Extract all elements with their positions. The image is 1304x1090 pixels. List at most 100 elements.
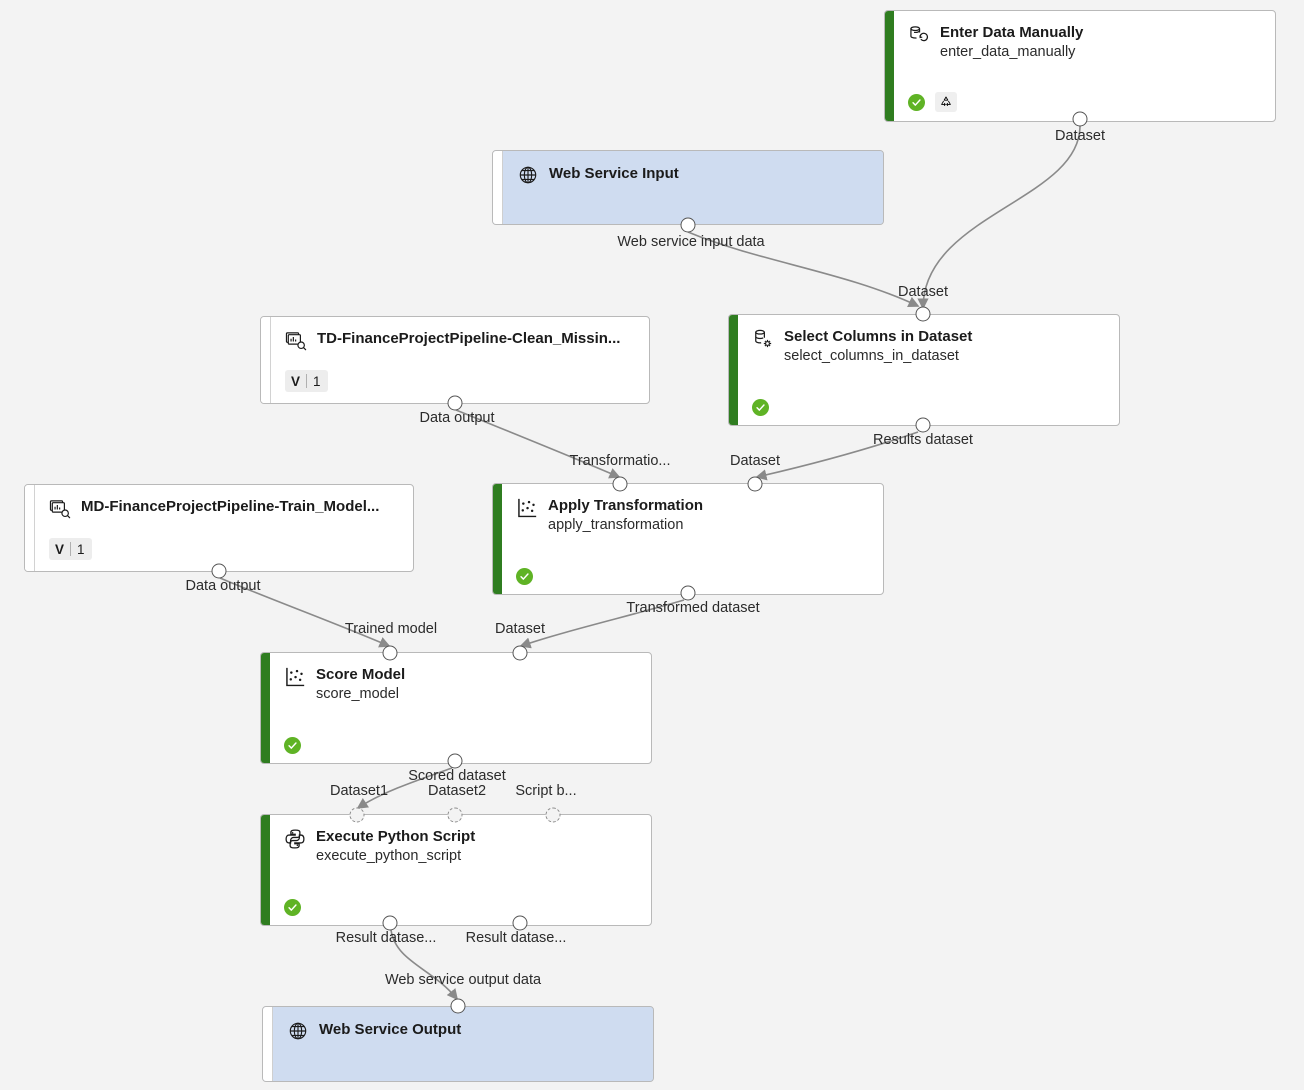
node-title-row: Enter Data Manually enter_data_manually: [908, 23, 1263, 62]
pipeline-canvas[interactable]: Enter Data Manually enter_data_manually We…: [0, 0, 1304, 1090]
node-accent-strip: [25, 485, 34, 571]
port-label: Dataset: [495, 621, 545, 637]
port-label: Dataset: [1055, 128, 1105, 144]
node-title-row: Apply Transformation apply_transformation: [516, 496, 871, 535]
node-title-row: MD-FinanceProjectPipeline-Train_Model...: [49, 497, 401, 520]
port-label: Result datase...: [335, 930, 437, 946]
node-body: Score Model score_model: [270, 653, 651, 763]
port-p-wsi-out[interactable]: [680, 217, 696, 233]
node-status-row: [908, 92, 957, 112]
port-p-eps-out2[interactable]: [512, 915, 528, 931]
port-p-eps-in3[interactable]: [545, 807, 561, 823]
port-label: Result datase...: [465, 930, 567, 946]
node-titles: Web Service Input: [549, 163, 679, 184]
node-accent-strip: [493, 484, 502, 594]
node-body: Web Service Input: [502, 151, 883, 224]
port-p-at-in2[interactable]: [747, 476, 763, 492]
version-divider: [70, 542, 72, 556]
port-p-sm-in1[interactable]: [382, 645, 398, 661]
port-p-at-in1[interactable]: [612, 476, 628, 492]
port-p-sm-in2[interactable]: [512, 645, 528, 661]
node-web_service_output[interactable]: Web Service Output: [262, 1006, 654, 1082]
version-label: V: [291, 373, 301, 389]
node-title-row: Execute Python Script execute_python_scri…: [284, 827, 639, 866]
port-p-edm-out[interactable]: [1072, 111, 1088, 127]
port-p-eps-in2[interactable]: [447, 807, 463, 823]
scatter-plot-icon: [516, 497, 538, 519]
port-label: Trained model: [344, 621, 438, 637]
port-p-eps-out1[interactable]: [382, 915, 398, 931]
port-label: Web service input data: [617, 234, 765, 250]
reuse-icon[interactable]: [935, 92, 957, 112]
node-accent-strip: [261, 653, 270, 763]
database-refresh-icon: [908, 24, 930, 46]
port-label: Dataset1: [329, 783, 389, 799]
port-p-md-out[interactable]: [211, 563, 227, 579]
port-label: Data output: [185, 578, 261, 594]
node-body: TD-FinanceProjectPipeline-Clean_Missin..…: [270, 317, 649, 403]
node-title-row: Web Service Output: [287, 1019, 641, 1042]
node-title: Enter Data Manually: [940, 24, 1084, 41]
node-titles: Web Service Output: [319, 1019, 461, 1040]
node-title: Web Service Input: [549, 165, 679, 182]
python-icon: [284, 828, 306, 850]
node-subtitle: select_columns_in_dataset: [784, 348, 959, 364]
node-title: Score Model: [316, 666, 406, 683]
node-accent-strip: [261, 815, 270, 925]
node-execute_python_script[interactable]: Execute Python Script execute_python_scri…: [260, 814, 652, 926]
node-titles: MD-FinanceProjectPipeline-Train_Model...: [81, 497, 379, 516]
node-title: Select Columns in Dataset: [784, 328, 973, 345]
node-title-row: Score Model score_model: [284, 665, 639, 704]
port-p-scd-in[interactable]: [915, 306, 931, 322]
node-title-row: Web Service Input: [517, 163, 871, 186]
port-label: Transformatio...: [569, 453, 671, 469]
node-titles: Select Columns in Dataset select_columns_…: [784, 327, 972, 366]
port-p-eps-in1[interactable]: [349, 807, 365, 823]
port-label: Web service output data: [384, 972, 542, 988]
node-accent-strip: [493, 151, 502, 224]
status-success-icon: [752, 399, 769, 416]
port-label: Dataset: [730, 453, 780, 469]
node-accent-strip: [729, 315, 738, 425]
node-title-row: TD-FinanceProjectPipeline-Clean_Missin..…: [285, 329, 637, 352]
version-value: 1: [77, 541, 85, 557]
edge-e1: [917, 125, 1081, 310]
dataset-search-icon: [49, 498, 71, 520]
node-body: Apply Transformation apply_transformation: [502, 484, 883, 594]
port-label: Dataset: [898, 284, 948, 300]
node-titles: Score Model score_model: [316, 665, 405, 704]
node-titles: Apply Transformation apply_transformation: [548, 496, 703, 535]
version-divider: [306, 374, 308, 388]
port-label: Script b...: [515, 783, 577, 799]
node-body: Select Columns in Dataset select_columns_…: [738, 315, 1119, 425]
port-p-scd-out[interactable]: [915, 417, 931, 433]
node-md_train_model[interactable]: MD-FinanceProjectPipeline-Train_Model...…: [24, 484, 414, 572]
port-p-wso-in[interactable]: [450, 998, 466, 1014]
port-label: Transformed dataset: [626, 600, 760, 616]
node-apply_transformation[interactable]: Apply Transformation apply_transformation: [492, 483, 884, 595]
node-web_service_input[interactable]: Web Service Input: [492, 150, 884, 225]
node-accent-strip: [885, 11, 894, 121]
node-body: MD-FinanceProjectPipeline-Train_Model...…: [34, 485, 413, 571]
dataset-version-badge: V1: [285, 370, 328, 392]
node-td_clean_missing[interactable]: TD-FinanceProjectPipeline-Clean_Missin..…: [260, 316, 650, 404]
version-label: V: [55, 541, 65, 557]
node-enter_data_manually[interactable]: Enter Data Manually enter_data_manually: [884, 10, 1276, 122]
port-p-td-out[interactable]: [447, 395, 463, 411]
globe-icon: [517, 164, 539, 186]
node-titles: Enter Data Manually enter_data_manually: [940, 23, 1083, 62]
status-success-icon: [284, 899, 301, 916]
status-success-icon: [284, 737, 301, 754]
node-select_columns_in_dataset[interactable]: Select Columns in Dataset select_columns_…: [728, 314, 1120, 426]
node-title: MD-FinanceProjectPipeline-Train_Model...: [81, 498, 380, 515]
node-body: Enter Data Manually enter_data_manually: [894, 11, 1275, 121]
port-p-sm-out[interactable]: [447, 753, 463, 769]
port-p-at-out[interactable]: [680, 585, 696, 601]
node-titles: TD-FinanceProjectPipeline-Clean_Missin..…: [317, 329, 620, 348]
node-score_model[interactable]: Score Model score_model: [260, 652, 652, 764]
node-status-row: [752, 399, 769, 416]
status-success-icon: [516, 568, 533, 585]
version-value: 1: [313, 373, 321, 389]
database-gear-icon: [752, 328, 774, 350]
port-label: Results dataset: [873, 432, 973, 448]
